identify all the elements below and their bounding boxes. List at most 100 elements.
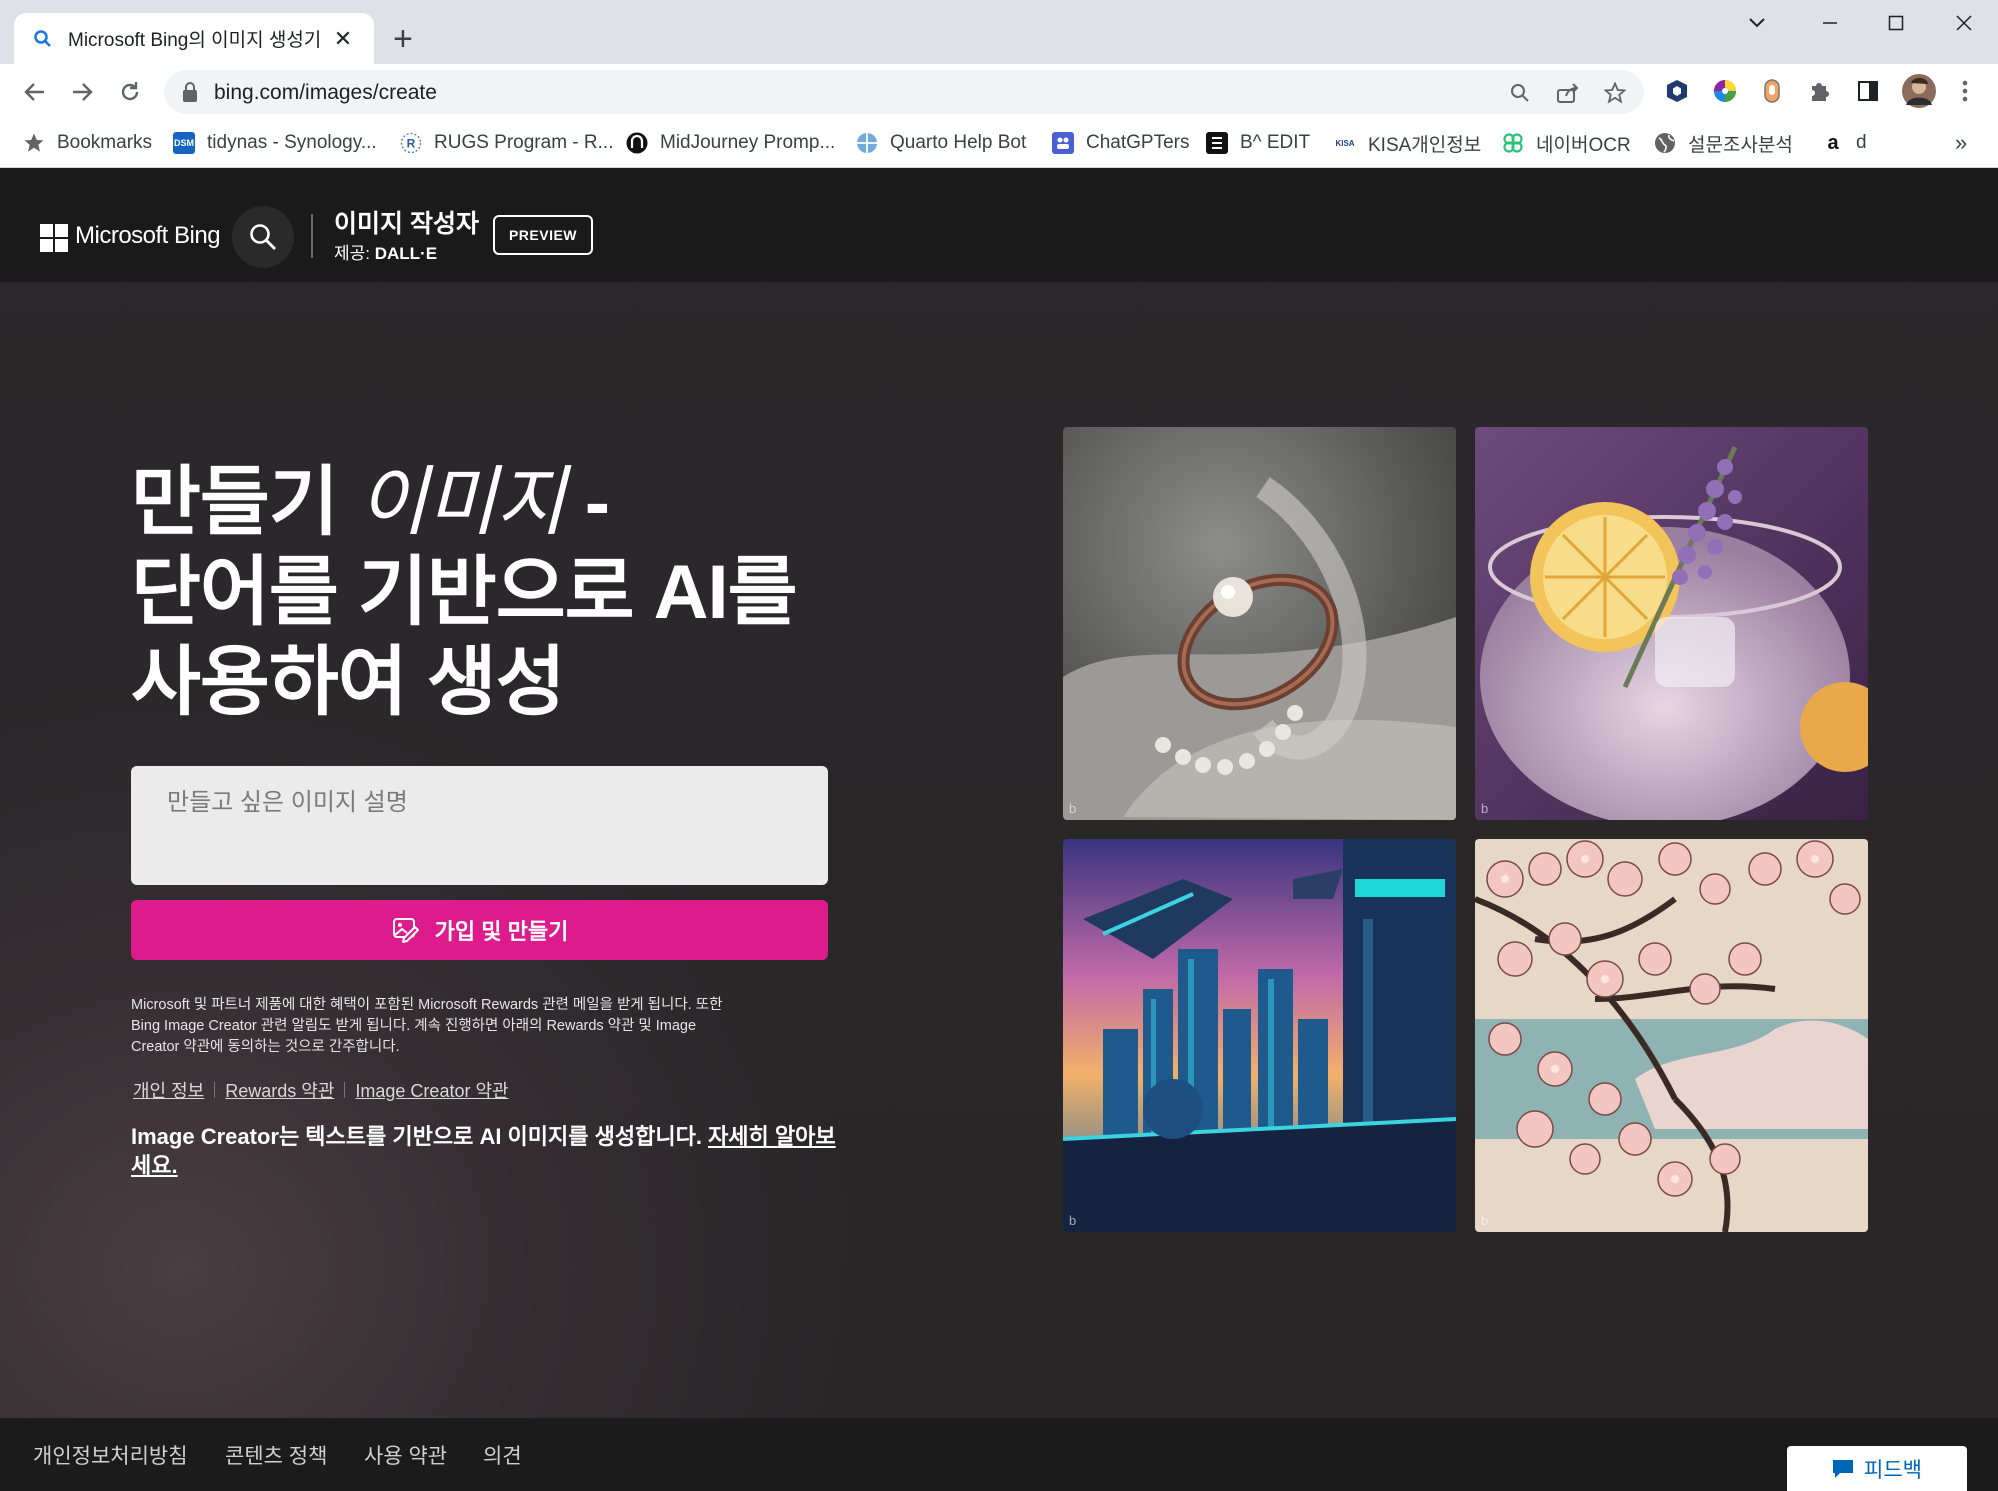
- close-tab-icon[interactable]: ✕: [330, 26, 356, 52]
- bing-image-creator-page: Microsoft Bing 이미지 작성자 제공: DALL·E PREVIE…: [0, 168, 1998, 1491]
- maximize-icon[interactable]: [1878, 8, 1914, 38]
- tab-title: Microsoft Bing의 이미지 생성기: [68, 30, 322, 51]
- address-bar[interactable]: bing.com/images/create: [164, 70, 1644, 114]
- amazon-icon: a: [1827, 131, 1839, 154]
- bookmark-label: Bookmarks: [57, 132, 153, 153]
- bookmark-label: B^ EDIT: [1240, 132, 1311, 153]
- profile-avatar[interactable]: [1900, 72, 1938, 110]
- hero-line2: 단어를 기반으로 AI를: [131, 550, 798, 635]
- hero-line1-prefix: 만들기: [131, 460, 358, 545]
- globe-icon: [1654, 132, 1676, 154]
- lock-icon: [183, 82, 197, 102]
- back-icon[interactable]: [19, 76, 51, 108]
- bookmark-star-icon[interactable]: [1601, 79, 1629, 107]
- privacy-policy-link[interactable]: 개인정보처리방침: [33, 1440, 188, 1470]
- link-separator: [214, 1082, 216, 1098]
- bookmark-survey[interactable]: 설문조사분석: [1654, 128, 1793, 158]
- hero-title: 만들기 이미지 - 단어를 기반으로 AI를 사용하여 생성: [131, 458, 851, 728]
- side-panel-icon[interactable]: [1853, 76, 1883, 106]
- powered-by-prefix: 제공:: [334, 244, 375, 263]
- r-icon: R: [400, 132, 422, 154]
- brand-name[interactable]: Microsoft Bing: [75, 222, 221, 250]
- watermark-b: b: [1481, 1213, 1489, 1228]
- powered-by-brand: DALL·E: [374, 244, 438, 263]
- bookmark-naver-ocr[interactable]: 네이버OCR: [1502, 128, 1631, 158]
- opinion-link[interactable]: 의견: [483, 1440, 522, 1470]
- image-creator-terms-link[interactable]: Image Creator 약관: [355, 1077, 508, 1103]
- blossom-image[interactable]: b: [1475, 839, 1868, 1232]
- star-icon: [23, 132, 45, 154]
- bookmark-label: KISA개인정보: [1368, 134, 1482, 156]
- search-button[interactable]: [232, 206, 294, 268]
- content-policy-link[interactable]: 콘텐츠 정책: [225, 1440, 327, 1470]
- ring-image[interactable]: b: [1063, 427, 1456, 820]
- bookmark-rugs[interactable]: R RUGS Program - R...: [400, 128, 613, 158]
- bookmark-label: Quarto Help Bot: [890, 132, 1027, 153]
- product-title[interactable]: 이미지 작성자: [334, 204, 479, 240]
- browser-menu-icon[interactable]: [1950, 76, 1980, 106]
- bookmarks-bar: Bookmarks DSM tidynas - Synology... R RU…: [0, 120, 1998, 168]
- about-text: Image Creator는 텍스트를 기반으로 AI 이미지를 생성합니다. …: [131, 1122, 836, 1180]
- about-description: Image Creator는 텍스트를 기반으로 AI 이미지를 생성합니다.: [131, 1124, 709, 1149]
- tab-strip: Microsoft Bing의 이미지 생성기 ✕ +: [0, 0, 1998, 64]
- terms-of-use-link[interactable]: 사용 약관: [364, 1440, 447, 1470]
- bookmark-chatgpters[interactable]: ChatGPTers: [1052, 128, 1189, 158]
- page-footer: 개인정보처리방침 콘텐츠 정책 사용 약관 의견: [0, 1418, 1998, 1491]
- forward-icon[interactable]: [66, 76, 98, 108]
- bookmark-quarto[interactable]: Quarto Help Bot: [856, 128, 1026, 158]
- bing-header: Microsoft Bing 이미지 작성자 제공: DALL·E PREVIE…: [0, 168, 1998, 282]
- bookmark-kisa[interactable]: KISA KISA개인정보: [1332, 128, 1481, 158]
- powered-by: 제공: DALL·E: [334, 239, 437, 264]
- minimize-icon[interactable]: [1812, 8, 1848, 38]
- bookmark-label: d: [1856, 132, 1867, 153]
- globe-icon: [856, 132, 878, 154]
- cta-label: 가입 및 만들기: [434, 919, 569, 944]
- bookmark-amazon[interactable]: a d: [1822, 128, 1867, 158]
- bookmark-midjourney[interactable]: MidJourney Promp...: [626, 128, 835, 158]
- close-window-icon[interactable]: [1946, 8, 1982, 38]
- chat-bubble-icon: [1833, 1459, 1854, 1478]
- color-wheel-extension-icon[interactable]: [1710, 76, 1740, 106]
- bookmark-tidynas[interactable]: DSM tidynas - Synology...: [173, 128, 377, 158]
- extensions-puzzle-icon[interactable]: [1805, 76, 1835, 106]
- active-tab[interactable]: Microsoft Bing의 이미지 생성기 ✕: [14, 13, 374, 64]
- chatgpters-icon: [1052, 132, 1074, 154]
- privacy-link[interactable]: 개인 정보: [133, 1077, 204, 1103]
- link-separator: [344, 1082, 346, 1098]
- watermark-b: b: [1481, 801, 1489, 816]
- edit-icon: [1206, 132, 1228, 154]
- reload-icon[interactable]: [114, 76, 146, 108]
- rewards-disclaimer: Microsoft 및 파트너 제품에 대한 혜택이 포함된 Microsoft…: [131, 997, 723, 1055]
- bookmark-label: ChatGPTers: [1086, 132, 1190, 153]
- bookmark-bedit[interactable]: B^ EDIT: [1206, 128, 1310, 158]
- image-create-icon: [392, 918, 419, 943]
- new-tab-icon[interactable]: +: [393, 22, 413, 56]
- watermark-b: b: [1069, 801, 1077, 816]
- more-bookmarks-icon[interactable]: »: [1955, 128, 1967, 158]
- microsoft-logo-icon[interactable]: [40, 224, 68, 252]
- share-icon[interactable]: [1554, 79, 1582, 107]
- feedback-button[interactable]: 피드백: [1787, 1446, 1967, 1491]
- header-divider: [311, 214, 313, 258]
- rewards-terms-link[interactable]: Rewards 약관: [225, 1077, 334, 1103]
- bing-search-favicon-icon: [32, 28, 54, 50]
- kisa-icon: KISA: [1335, 138, 1355, 148]
- bookmark-label: MidJourney Promp...: [660, 132, 836, 153]
- join-and-create-button[interactable]: 가입 및 만들기: [131, 900, 828, 960]
- hero-line1-suffix: -: [564, 460, 610, 545]
- clover-icon: [1502, 132, 1524, 154]
- extension-shield-icon[interactable]: [1662, 76, 1692, 106]
- bookmark-label: RUGS Program - R...: [434, 132, 614, 153]
- hero-line1-italic: 이미지: [357, 460, 566, 545]
- search-page-icon[interactable]: [1506, 79, 1534, 107]
- bulb-extension-icon[interactable]: [1757, 76, 1787, 106]
- tab-search-chevron-icon[interactable]: [1742, 8, 1772, 38]
- midjourney-icon: [626, 132, 648, 154]
- bookmark-bookmarks[interactable]: Bookmarks: [23, 128, 152, 158]
- search-icon: [250, 224, 276, 250]
- url-text: bing.com/images/create: [214, 81, 437, 104]
- legal-links: 개인 정보 Rewards 약관 Image Creator 약관: [133, 1077, 509, 1103]
- cocktail-image[interactable]: b: [1475, 427, 1868, 820]
- city-image[interactable]: b: [1063, 839, 1456, 1232]
- prompt-input[interactable]: [131, 766, 828, 885]
